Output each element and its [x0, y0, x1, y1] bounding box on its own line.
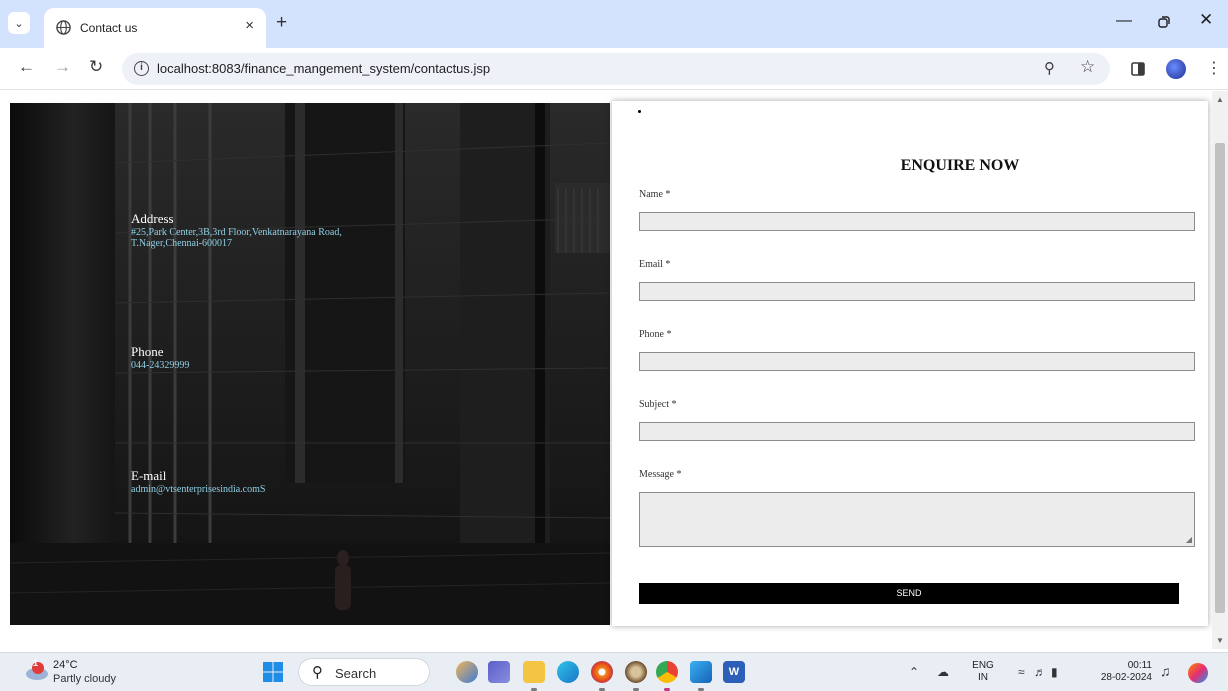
close-window-icon[interactable]: ✕ — [1199, 10, 1213, 30]
minimize-icon[interactable]: — — [1116, 12, 1132, 30]
tab-contact-us[interactable]: Contact us × — [44, 8, 266, 48]
url-text[interactable]: localhost:8083/finance_mangement_system/… — [157, 61, 490, 76]
copilot-tray-icon[interactable] — [1188, 663, 1208, 683]
scroll-down-icon[interactable]: ▼ — [1216, 636, 1224, 645]
weather-badge: 1 — [33, 658, 39, 668]
phone-value: 044-24329999 — [131, 360, 190, 371]
plus-icon[interactable]: + — [276, 13, 287, 33]
app-icon[interactable] — [625, 661, 647, 683]
tab-title: Contact us — [80, 21, 138, 35]
name-field[interactable] — [639, 212, 1195, 231]
email-label: E-mail — [131, 468, 167, 483]
message-field[interactable]: ◢ — [639, 492, 1195, 547]
phone-field-label: Phone * — [639, 329, 672, 340]
phone-label: Phone — [131, 344, 164, 359]
name-label: Name * — [639, 189, 671, 200]
address-block: Address #25,Park Center,3B,3rd Floor,Ven… — [131, 211, 342, 249]
edge-icon[interactable] — [557, 661, 579, 683]
forward-icon[interactable]: → — [54, 57, 71, 77]
search-label: Search — [335, 666, 377, 681]
chevron-up-icon[interactable]: ⌃ — [909, 665, 919, 679]
subject-label: Subject * — [639, 399, 677, 410]
subject-field[interactable] — [639, 422, 1195, 441]
contact-hero-image: Address #25,Park Center,3B,3rd Floor,Ven… — [10, 103, 610, 625]
weather-description: Partly cloudy — [53, 673, 116, 685]
browser-toolbar: ← → ↻ i localhost:8083/finance_mangement… — [0, 48, 1228, 90]
volume-icon[interactable]: ♬ — [1034, 665, 1046, 679]
info-icon[interactable]: i — [134, 61, 149, 76]
chevron-down-icon: ⌄ — [14, 17, 24, 30]
address-line-1: #25,Park Center,3B,3rd Floor,Venkatnaray… — [131, 227, 342, 238]
form-title: ENQUIRE NOW — [900, 157, 1020, 174]
battery-icon[interactable]: ▮ — [1051, 665, 1058, 679]
tab-search-button[interactable]: ⌄ — [8, 12, 30, 34]
taskbar-search[interactable]: ⚲ Search — [298, 658, 430, 686]
send-button[interactable]: SEND — [639, 583, 1179, 604]
building-background — [10, 103, 610, 625]
page-viewport: Address #25,Park Center,3B,3rd Floor,Ven… — [0, 91, 1212, 649]
taskbar: 1 24°C Partly cloudy ⚲ Search W ⌃ ☁ ENG … — [0, 652, 1228, 691]
clock-time: 00:11 — [1127, 660, 1152, 671]
email-field[interactable] — [639, 282, 1195, 301]
cloud-icon[interactable]: ☁ — [937, 665, 949, 679]
clock[interactable]: 00:11 28-02-2024 — [1086, 660, 1152, 684]
phone-block: Phone 044-24329999 — [131, 344, 189, 371]
restore-icon[interactable] — [1158, 16, 1170, 28]
language-code: ENG — [972, 660, 994, 671]
reload-icon[interactable]: ↻ — [89, 57, 103, 77]
notification-bell-icon[interactable]: ♫ — [1160, 663, 1171, 679]
photos-icon[interactable] — [690, 661, 712, 683]
star-icon[interactable]: ☆ — [1080, 57, 1095, 77]
resize-grip-icon[interactable]: ◢ — [1186, 535, 1192, 544]
firefox-icon[interactable] — [591, 661, 613, 683]
region-code: IN — [978, 672, 988, 683]
address-line-2: T.Nager,Chennai-600017 — [131, 238, 233, 249]
list-bullet — [638, 110, 641, 113]
chrome-icon[interactable] — [656, 661, 678, 683]
back-icon[interactable]: ← — [18, 57, 35, 77]
page-scrollbar[interactable]: ▲ ▼ — [1212, 91, 1228, 649]
more-icon[interactable]: ⋮ — [1206, 58, 1222, 78]
weather-temperature: 24°C — [53, 659, 78, 671]
windows-start-icon[interactable] — [262, 661, 284, 683]
copilot-icon[interactable] — [456, 661, 478, 683]
word-icon[interactable]: W — [723, 661, 745, 683]
language-indicator[interactable]: ENG IN — [966, 660, 1000, 684]
zoom-icon[interactable]: ⚲ — [1044, 59, 1055, 77]
teams-icon[interactable] — [488, 661, 510, 683]
email-block: E-mail admin@vtsenterprisesindia.comS — [131, 468, 265, 495]
scroll-thumb[interactable] — [1215, 143, 1225, 613]
enquiry-form: ENQUIRE NOW Name * Email * Phone * Subje… — [612, 101, 1208, 626]
scroll-up-icon[interactable]: ▲ — [1216, 95, 1224, 104]
address-bar[interactable]: i localhost:8083/finance_mangement_syste… — [122, 53, 1110, 85]
email-field-label: Email * — [639, 259, 671, 270]
address-label: Address — [131, 211, 174, 226]
search-icon: ⚲ — [312, 664, 323, 681]
side-panel-icon[interactable] — [1131, 62, 1145, 76]
close-icon[interactable]: × — [245, 17, 254, 34]
browser-tab-strip: ⌄ Contact us × + — ✕ — [0, 0, 1228, 48]
avatar[interactable] — [1166, 59, 1186, 79]
clock-date: 28-02-2024 — [1100, 672, 1152, 683]
phone-field[interactable] — [639, 352, 1195, 371]
globe-icon — [56, 20, 71, 35]
message-label: Message * — [639, 469, 682, 480]
file-explorer-icon[interactable] — [523, 661, 545, 683]
email-value: admin@vtsenterprisesindia.comS — [131, 484, 266, 495]
wifi-icon[interactable]: ≈ — [1018, 665, 1025, 679]
